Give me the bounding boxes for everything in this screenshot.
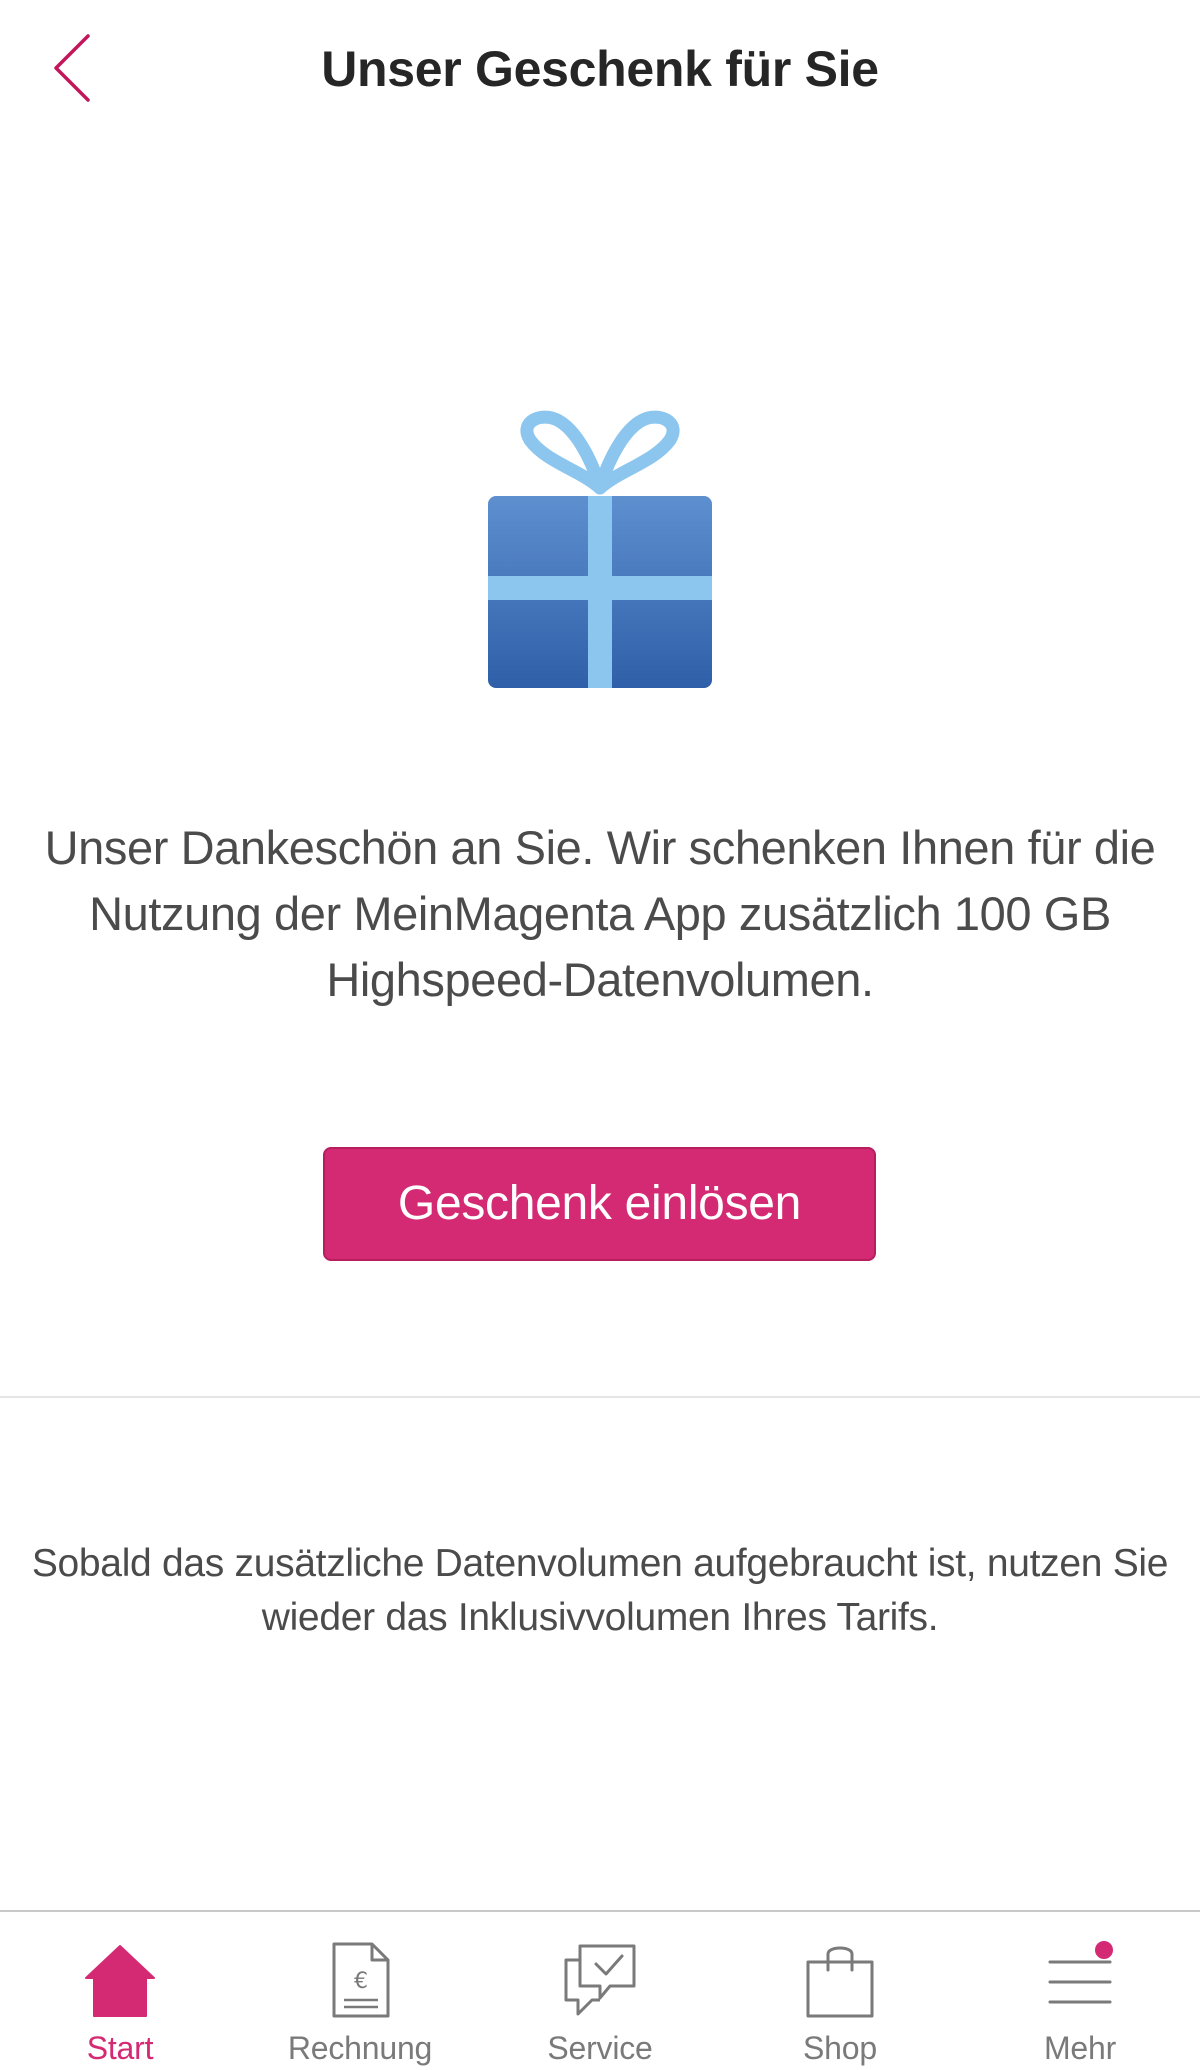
nav-item-rechnung[interactable]: € Rechnung — [240, 1912, 480, 2070]
nav-label-service: Service — [547, 2030, 653, 2066]
nav-item-shop[interactable]: Shop — [720, 1912, 960, 2070]
nav-item-mehr[interactable]: Mehr — [960, 1912, 1200, 2070]
nav-item-start[interactable]: Start — [0, 1912, 240, 2070]
redeem-gift-button[interactable]: Geschenk einlösen — [323, 1147, 876, 1261]
invoice-icon: € — [332, 1942, 390, 2018]
bottom-navigation: Start € Rechnung Service Shop Mehr — [0, 1910, 1200, 2070]
divider — [0, 1396, 1200, 1398]
nav-item-service[interactable]: Service — [480, 1912, 720, 2070]
svg-text:€: € — [354, 1969, 368, 1994]
header: Unser Geschenk für Sie — [0, 0, 1200, 140]
nav-label-mehr: Mehr — [1043, 2030, 1117, 2066]
screen: Unser Geschenk für Sie Unser Dankeschön … — [0, 0, 1200, 2070]
note-text: Sobald das zusätzliche Datenvolumen aufg… — [31, 1542, 1169, 1639]
service-chat-icon — [564, 1944, 636, 2016]
nav-label-shop: Shop — [803, 2030, 877, 2066]
notification-dot — [1095, 1941, 1113, 1959]
gift-icon — [480, 410, 720, 700]
home-icon — [85, 1945, 155, 2017]
shopping-bag-icon — [806, 1946, 874, 2018]
menu-icon — [1048, 1941, 1113, 2004]
nav-label-start: Start — [86, 2030, 154, 2066]
page-title: Unser Geschenk für Sie — [321, 41, 879, 97]
intro-text: Unser Dankeschön an Sie. Wir schenken Ih… — [44, 821, 1156, 1006]
nav-label-rechnung: Rechnung — [287, 2030, 433, 2066]
